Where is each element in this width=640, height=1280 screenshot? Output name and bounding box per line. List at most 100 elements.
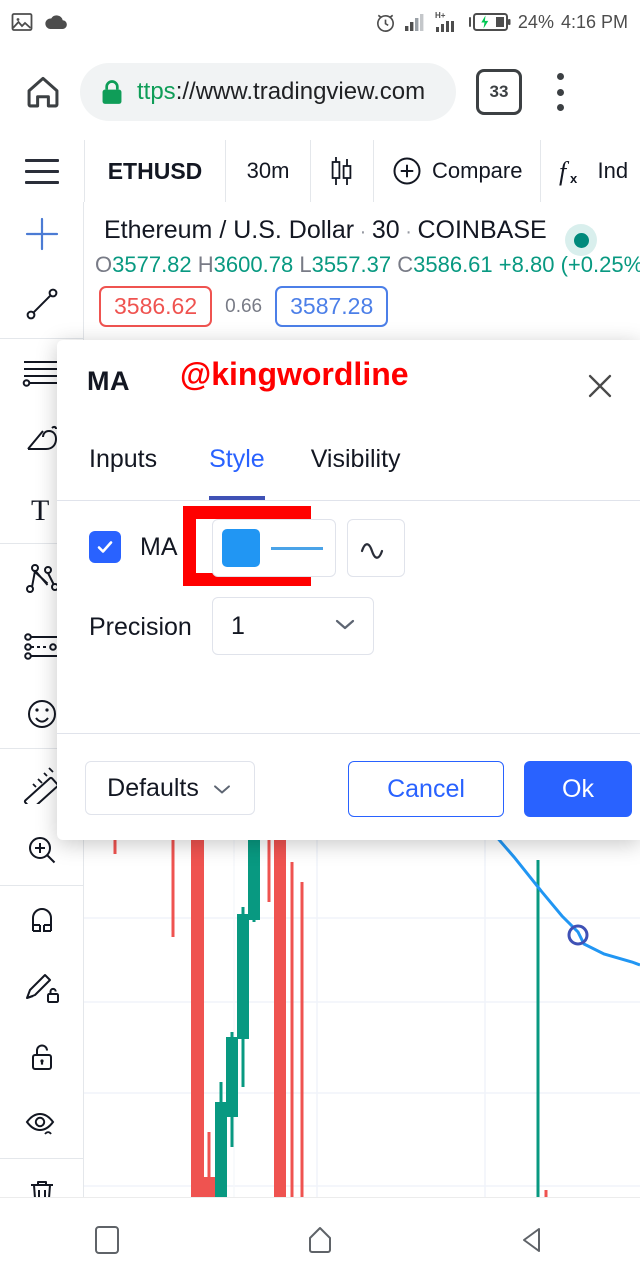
precision-value: 1 <box>231 611 245 640</box>
hplus-signal-icon: H+ <box>435 11 454 32</box>
ma-row: MA <box>89 531 178 563</box>
svg-text:x: x <box>570 171 578 186</box>
precision-select[interactable]: 1 <box>212 597 374 655</box>
spread-value: 0.66 <box>225 295 263 317</box>
url-text: ttps://www.tradingview.com <box>137 78 425 106</box>
line-style-curve-icon <box>360 543 384 559</box>
compare-button[interactable]: Compare <box>374 140 542 202</box>
home-pentagon-icon <box>308 1226 331 1253</box>
chevron-down-icon <box>333 616 357 637</box>
ohlc-l-value: 3557.37 <box>311 252 392 277</box>
image-icon <box>11 13 33 31</box>
clock-time: 4:16 PM <box>560 11 628 32</box>
hamburger-icon[interactable] <box>0 140 85 202</box>
ma-overlay-line <box>486 826 640 967</box>
fx-icon: f x <box>559 157 578 186</box>
url-bar[interactable]: ttps://www.tradingview.com <box>80 63 456 121</box>
dialog-footer: Defaults Cancel Ok <box>57 733 640 840</box>
ok-button[interactable]: Ok <box>524 761 632 817</box>
buy-price-badge[interactable]: 3587.28 <box>275 286 389 327</box>
chart-title: Ethereum / U.S. Dollar <box>104 216 355 244</box>
pencil-unlock-icon <box>26 974 59 1003</box>
smiley-icon <box>28 700 56 728</box>
cloud-icon <box>45 15 67 30</box>
dialog-tabs: Inputs Style Visibility <box>57 418 640 586</box>
ohlc-c-label: C <box>397 252 414 277</box>
sell-price-badge[interactable]: 3586.62 <box>99 286 213 327</box>
watermark-text: @kingwordline <box>180 356 409 392</box>
tab-count-label: 33 <box>489 82 509 101</box>
defaults-label: Defaults <box>107 773 199 802</box>
trend-line-tool[interactable] <box>0 270 84 338</box>
defaults-button[interactable]: Defaults <box>85 761 255 815</box>
back-button[interactable] <box>478 1210 588 1270</box>
timeframe-button[interactable]: 30m <box>226 140 311 202</box>
browser-toolbar: ttps://www.tradingview.com 33 <box>0 44 640 141</box>
status-bar-left-icons <box>10 10 69 34</box>
square-recents-icon <box>94 1225 119 1254</box>
ma-label: MA <box>140 532 178 561</box>
ma-color-swatch[interactable] <box>222 529 260 567</box>
ma-line-style-button[interactable] <box>347 519 405 577</box>
indicators-button[interactable]: f x Ind <box>541 140 640 202</box>
chart-symbol-title[interactable]: Ethereum / U.S. Dollar · 30 · COINBASE <box>104 216 547 245</box>
lock-drawings-tool[interactable] <box>0 1022 84 1090</box>
signal-1-icon <box>404 14 424 31</box>
svg-text:H+: H+ <box>435 11 446 20</box>
crosshair-tool[interactable] <box>0 202 84 270</box>
tab-visibility[interactable]: Visibility <box>311 418 401 500</box>
chart-exchange: COINBASE <box>417 216 547 244</box>
price-badges: 3586.62 0.66 3587.28 <box>99 286 389 327</box>
tab-style[interactable]: Style <box>209 418 265 500</box>
ohlc-c-value: 3586.61 <box>413 252 493 277</box>
status-bar-right-icons: H+ 24% 4:16 PM <box>374 10 628 34</box>
android-status-bar: H+ 24% 4:16 PM <box>0 0 640 44</box>
url-host: ://www.tradingview.com <box>175 78 426 105</box>
tradingview-toolbar: ETHUSD 30m Compare f x Ind <box>0 140 640 203</box>
magnet-tool[interactable] <box>0 886 84 954</box>
drawing-mode-tool[interactable] <box>0 954 84 1022</box>
close-x-icon[interactable] <box>580 366 620 406</box>
symbol-label: ETHUSD <box>107 157 203 184</box>
trend-line-icon <box>26 288 58 320</box>
home-icon[interactable] <box>20 69 66 115</box>
chart-type-button[interactable] <box>311 140 374 202</box>
android-nav-bar <box>0 1197 640 1280</box>
back-triangle-icon <box>523 1227 541 1252</box>
ohlc-h-label: H <box>197 252 214 277</box>
home-button[interactable] <box>265 1210 375 1270</box>
dialog-title: MA <box>87 366 130 396</box>
ma-color-style-button[interactable] <box>212 519 336 577</box>
chevron-down-icon <box>211 774 233 803</box>
lock-icon <box>100 79 124 105</box>
symbol-button[interactable]: ETHUSD <box>85 140 226 202</box>
ohlc-o-value: 3577.82 <box>112 252 192 277</box>
battery-charging-icon <box>468 13 511 31</box>
ohlc-change-pct: (+0.25%) <box>560 252 640 277</box>
cancel-button[interactable]: Cancel <box>348 761 504 817</box>
magnet-icon <box>32 908 52 932</box>
phone-screen: H+ 24% 4:16 PM ttps://www.tradingview.co… <box>0 0 640 1280</box>
hide-drawings-tool[interactable] <box>0 1090 84 1158</box>
ohlc-o-label: O <box>95 252 113 277</box>
tab-inputs[interactable]: Inputs <box>89 418 157 500</box>
precision-label: Precision <box>89 613 192 641</box>
dialog-header: MA @kingwordline <box>57 340 640 418</box>
alarm-icon <box>376 14 394 32</box>
ma-line-preview <box>271 546 323 550</box>
battery-percent: 24% <box>517 11 554 32</box>
plus-circle-icon <box>393 157 421 185</box>
ma-settings-dialog: MA @kingwordline Inputs Style Visibility <box>57 340 640 840</box>
ohlc-change: +8.80 <box>498 252 555 277</box>
svg-text:T: T <box>31 494 49 527</box>
tab-count-button[interactable]: 33 <box>476 69 522 115</box>
ma-checkbox[interactable] <box>89 531 121 563</box>
indicators-label: Ind <box>597 158 629 183</box>
url-scheme: ttps <box>137 78 176 105</box>
recents-button[interactable] <box>52 1210 162 1270</box>
overflow-menu-icon[interactable] <box>546 70 574 114</box>
timeframe-label: 30m <box>246 158 290 183</box>
unlock-icon <box>32 1044 52 1070</box>
chart-interval: 30 <box>371 216 400 244</box>
dialog-body: MA Precision 1 <box>57 501 640 733</box>
